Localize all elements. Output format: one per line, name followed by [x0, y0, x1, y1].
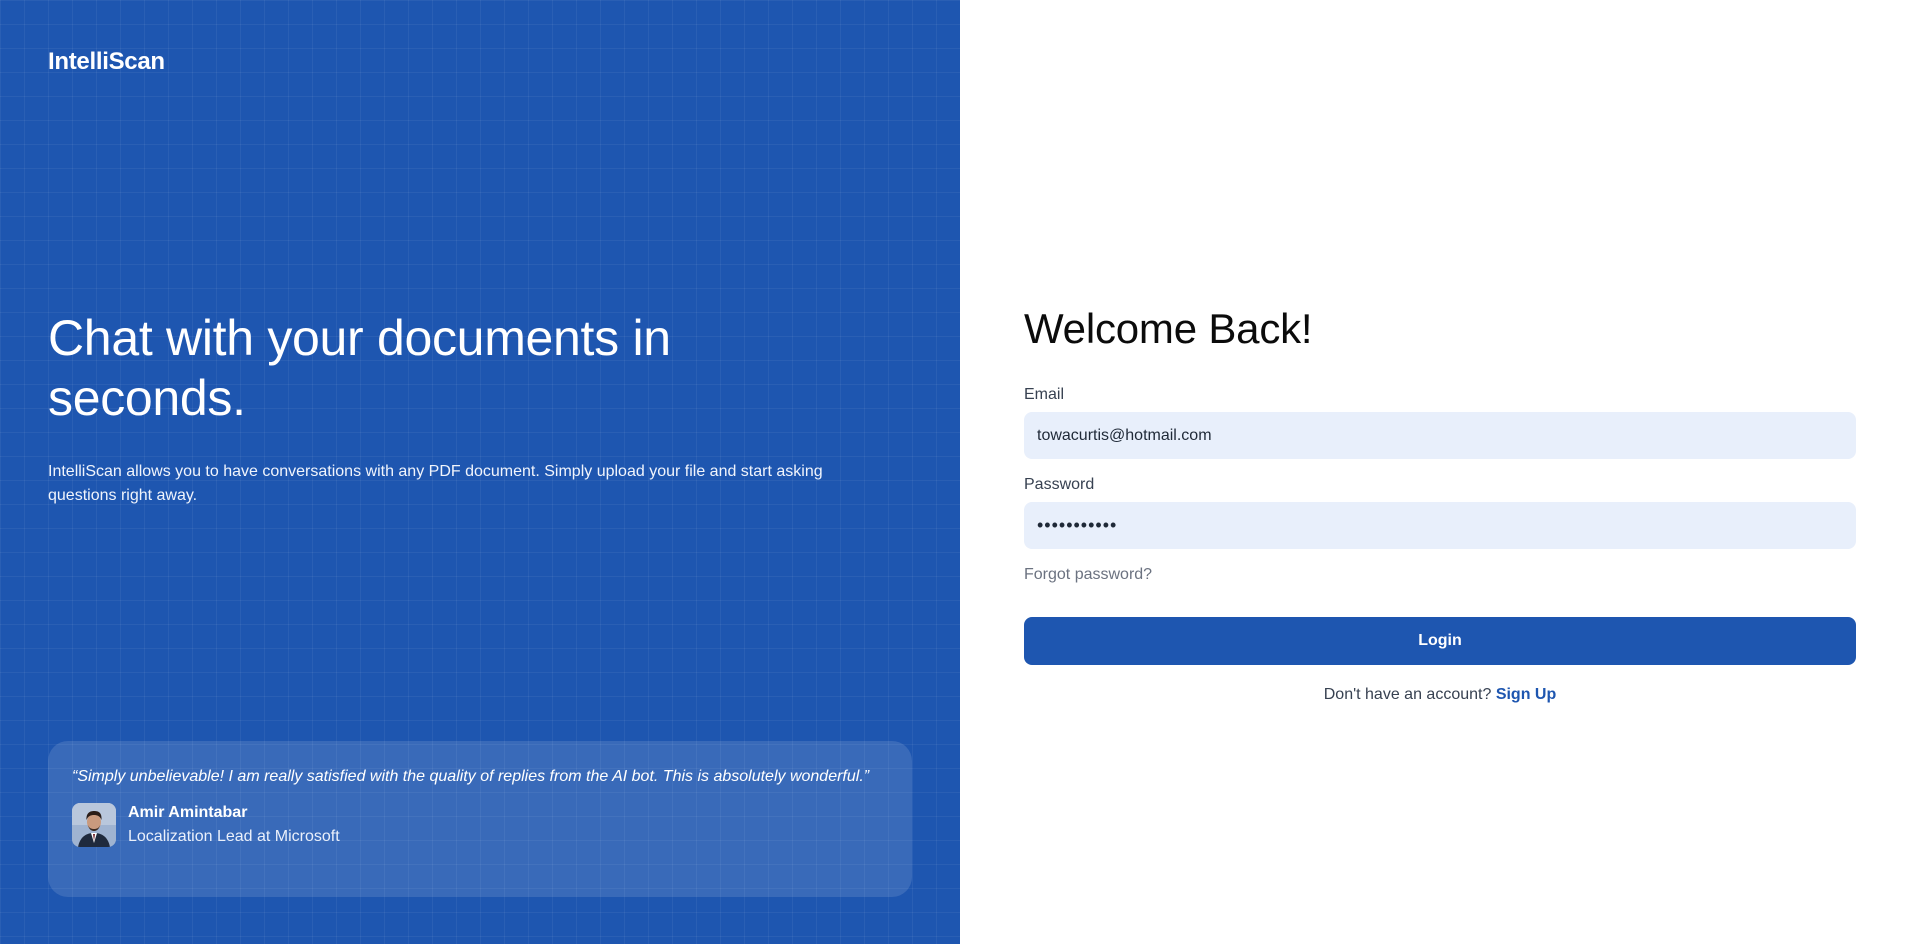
password-label: Password	[1024, 476, 1095, 493]
author-details: Amir Amintabar Localization Lead at Micr…	[128, 801, 340, 849]
author-photo	[72, 803, 116, 847]
email-label: Email	[1024, 386, 1065, 403]
testimonial-card: “Simply unbelievable! I am really satisf…	[48, 741, 912, 897]
testimonial-author: Amir Amintabar Localization Lead at Micr…	[72, 801, 888, 849]
hero-title: Chat with your documents in seconds.	[48, 310, 671, 426]
avatar	[72, 803, 116, 847]
app-logo[interactable]: IntelliScan	[48, 48, 165, 76]
login-title: Welcome Back!	[1024, 305, 1313, 352]
password-field[interactable]	[1024, 502, 1856, 549]
hero-subtitle: IntelliScan allows you to have conversat…	[48, 463, 823, 504]
forgot-password-link[interactable]: Forgot password?	[1024, 565, 1152, 585]
login-button[interactable]: Login	[1024, 617, 1856, 665]
signup-row: Don't have an account? Sign Up	[1024, 685, 1856, 705]
author-role: Localization Lead at Microsoft	[128, 828, 340, 845]
email-field[interactable]	[1024, 412, 1856, 459]
login-page: IntelliScan Chat with your documents in …	[0, 0, 1919, 944]
signup-link[interactable]: Sign Up	[1496, 686, 1556, 703]
testimonial-quote: “Simply unbelievable! I am really satisf…	[72, 768, 870, 785]
author-name: Amir Amintabar	[128, 804, 248, 821]
brand-panel: IntelliScan Chat with your documents in …	[0, 0, 960, 944]
login-panel: Welcome Back! Email Password Forgot pass…	[960, 0, 1919, 944]
signup-prompt: Don't have an account?	[1323, 686, 1492, 703]
